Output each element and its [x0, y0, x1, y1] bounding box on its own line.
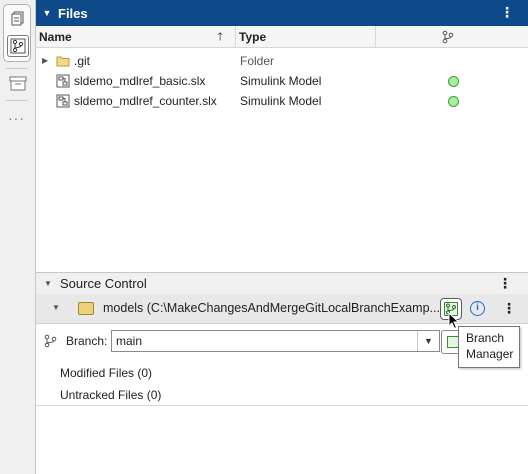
view-switcher	[3, 4, 31, 62]
file-name: .git	[74, 54, 91, 68]
file-name: sldemo_mdlref_counter.slx	[74, 94, 217, 108]
files-panel-title: Files	[58, 5, 88, 21]
simulink-model-icon	[56, 74, 70, 88]
file-type: Simulink Model	[240, 94, 322, 108]
source-control-view-button[interactable]	[7, 35, 29, 57]
toolstrip-divider	[6, 100, 28, 101]
collapse-caret-icon[interactable]: ▼	[36, 279, 60, 288]
file-type: Simulink Model	[240, 74, 322, 88]
files-panel-menu-button[interactable]: ⋮	[500, 4, 514, 21]
branch-label: Branch:	[66, 334, 108, 348]
expand-caret-icon[interactable]: ▶	[42, 51, 48, 71]
modified-files-group[interactable]: Modified Files (0)	[60, 366, 152, 380]
branch-value: main	[116, 334, 143, 348]
simulink-model-icon	[56, 94, 70, 108]
more-views-button[interactable]: ···	[8, 110, 25, 126]
collapse-caret-icon[interactable]: ▼	[52, 303, 60, 312]
source-control-panel-header[interactable]: ▼ Source Control ⋮	[36, 272, 528, 294]
table-row[interactable]: sldemo_mdlref_counter.slx Simulink Model	[36, 91, 528, 111]
files-column-header: Name 🡑 Type	[36, 26, 528, 48]
source-control-title: Source Control	[60, 276, 147, 291]
files-view-icon	[11, 11, 24, 26]
sort-ascending-icon: 🡑	[217, 31, 223, 43]
chevron-down-icon[interactable]: ▼	[417, 331, 439, 351]
empty-area	[36, 406, 528, 474]
unmodified-status-icon	[448, 96, 459, 107]
type-column-header[interactable]: Type	[236, 26, 376, 48]
table-row[interactable]: ▶ .git Folder	[36, 51, 528, 71]
git-branch-icon	[44, 334, 57, 348]
files-table: Name 🡑 Type ▶ .git Folder sldemo_mdlref_…	[36, 26, 528, 272]
files-view-button[interactable]	[7, 8, 29, 30]
file-type: Folder	[240, 54, 275, 68]
repository-menu-button[interactable]: ⋮	[502, 300, 516, 317]
files-panel-header[interactable]: ▼ Files ⋮	[36, 0, 528, 26]
info-button[interactable]: i	[470, 301, 485, 316]
view-toolstrip: ···	[0, 0, 36, 474]
changes-list: Modified Files (0) Untracked Files (0)	[36, 358, 528, 406]
repository-label: models (C:\MakeChangesAndMergeGitLocalBr…	[103, 301, 440, 315]
untracked-files-group[interactable]: Untracked Files (0)	[60, 388, 161, 402]
tooltip-line: Branch	[466, 331, 505, 345]
mouse-cursor-icon	[448, 312, 460, 330]
branch-dropdown[interactable]: main ▼	[111, 330, 440, 352]
toolstrip-divider	[6, 68, 28, 69]
unmodified-status-icon	[448, 76, 459, 87]
type-column-label: Type	[239, 30, 267, 44]
collapse-caret-icon[interactable]: ▼	[36, 8, 58, 18]
source-control-view-icon	[10, 38, 26, 54]
name-column-label: Name	[39, 30, 72, 44]
archive-icon	[9, 76, 27, 91]
table-row[interactable]: sldemo_mdlref_basic.slx Simulink Model	[36, 71, 528, 91]
branch-manager-tooltip: Branch Manager	[458, 326, 520, 368]
file-name: sldemo_mdlref_basic.slx	[74, 74, 206, 88]
name-column-header[interactable]: Name 🡑	[36, 26, 236, 48]
archive-button[interactable]	[7, 72, 29, 94]
git-branch-icon	[442, 30, 454, 44]
folder-icon	[56, 56, 70, 67]
tooltip-line: Manager	[466, 347, 514, 361]
source-control-menu-button[interactable]: ⋮	[498, 275, 512, 292]
git-repository-icon	[78, 302, 94, 315]
status-column-header[interactable]	[376, 26, 528, 48]
